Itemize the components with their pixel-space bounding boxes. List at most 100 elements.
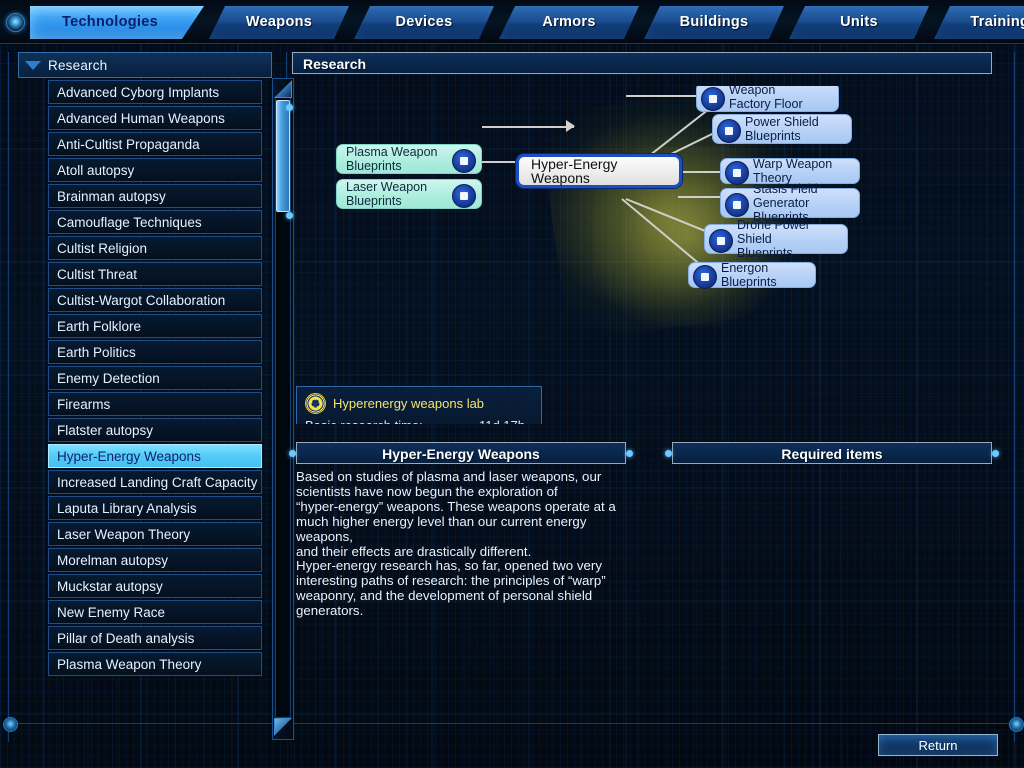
- tree-node-unlock-5[interactable]: Drone Power ShieldBlueprints: [704, 224, 848, 254]
- decor-dot-bottom-left: [3, 717, 18, 732]
- sidebar-scroll-thumb[interactable]: [276, 100, 290, 212]
- tree-node-unlock-1[interactable]: Hyper-Energy WeaponFactory Floor Plan: [696, 86, 839, 112]
- tab-technologies[interactable]: Technologies: [30, 6, 204, 39]
- decor-dot-bottom-right: [1009, 717, 1024, 732]
- sidebar-item[interactable]: Plasma Weapon Theory: [48, 652, 262, 676]
- sidebar-item[interactable]: Enemy Detection: [48, 366, 262, 390]
- required-items-panel-title-label: Required items: [781, 446, 882, 462]
- tree-node-prereq-1-label: Plasma WeaponBlueprints: [346, 145, 438, 173]
- tab-trainings-label: Trainings: [970, 14, 1024, 30]
- decor-dot-req-left: [665, 450, 672, 457]
- research-info-header: Hyperenergy weapons lab: [305, 393, 533, 414]
- sidebar-item[interactable]: Laputa Library Analysis: [48, 496, 262, 520]
- tab-weapons[interactable]: Weapons: [209, 6, 349, 39]
- tab-units-label: Units: [840, 14, 878, 30]
- tab-armors-label: Armors: [542, 14, 595, 30]
- sidebar-item[interactable]: Anti-Cultist Propaganda: [48, 132, 262, 156]
- node-bullet-icon: [709, 229, 733, 253]
- tab-devices-label: Devices: [396, 14, 453, 30]
- tree-node-prereq-2-label: Laser WeaponBlueprints: [346, 180, 427, 208]
- return-button-label: Return: [918, 738, 957, 753]
- required-items-panel: Required items: [672, 442, 992, 710]
- tree-node-unlock-6-label: Energon Blueprints: [721, 261, 806, 289]
- decor-dot-top-left: [6, 13, 25, 32]
- sidebar-item[interactable]: Increased Landing Craft Capacity: [48, 470, 262, 494]
- frame-right: [1014, 52, 1015, 742]
- main-header: Research: [292, 52, 992, 74]
- tab-units[interactable]: Units: [789, 6, 929, 39]
- sidebar-item[interactable]: Cultist-Wargot Collaboration: [48, 288, 262, 312]
- research-time-label: Basic research time:: [305, 417, 435, 424]
- sidebar-item[interactable]: Camouflage Techniques: [48, 210, 262, 234]
- description-panel: Hyper-Energy Weapons Based on studies of…: [296, 442, 626, 619]
- tab-buildings-label: Buildings: [680, 14, 749, 30]
- tree-node-unlock-3-label: Warp Weapon Theory: [753, 157, 850, 185]
- sidebar-header[interactable]: Research: [18, 52, 272, 78]
- sidebar-item[interactable]: Firearms: [48, 392, 262, 416]
- tab-buildings[interactable]: Buildings: [644, 6, 784, 39]
- sidebar-item[interactable]: Hyper-Energy Weapons: [48, 444, 262, 468]
- sidebar-item[interactable]: Advanced Human Weapons: [48, 106, 262, 130]
- arrow-prereq-1-icon: [566, 120, 575, 132]
- tree-node-prereq-2[interactable]: Laser WeaponBlueprints: [336, 179, 482, 209]
- sidebar-item[interactable]: Brainman autopsy: [48, 184, 262, 208]
- sidebar-item[interactable]: Cultist Threat: [48, 262, 262, 286]
- tab-trainings[interactable]: Trainings: [934, 6, 1024, 39]
- sidebar-item-list: Advanced Cyborg ImplantsAdvanced Human W…: [18, 78, 270, 738]
- tech-tree-canvas: Plasma WeaponBlueprints Laser WeaponBlue…: [292, 86, 1004, 424]
- tree-node-unlock-2-label: Power ShieldBlueprints: [745, 115, 819, 143]
- tree-node-unlock-4[interactable]: Stasis Field GeneratorBlueprints: [720, 188, 860, 218]
- sidebar-item[interactable]: Atoll autopsy: [48, 158, 262, 182]
- tab-technologies-label: Technologies: [62, 14, 158, 30]
- tab-armors[interactable]: Armors: [499, 6, 639, 39]
- required-items-panel-title: Required items: [672, 442, 992, 464]
- node-bullet-icon: [452, 184, 476, 208]
- connector-unlock-1b: [626, 95, 698, 97]
- main-panel: Research Plasma WeaponBlueprints Laser W…: [292, 52, 1004, 742]
- tree-node-selected-label: Hyper-Energy Weapons: [531, 157, 667, 185]
- sidebar-item[interactable]: Muckstar autopsy: [48, 574, 262, 598]
- star-badge-icon: [305, 393, 326, 414]
- tab-devices[interactable]: Devices: [354, 6, 494, 39]
- sidebar-header-label: Research: [48, 58, 107, 73]
- decor-dot-desc-left: [289, 450, 296, 457]
- tab-bar-underline: [0, 43, 1024, 44]
- sidebar-item[interactable]: Advanced Cyborg Implants: [48, 80, 262, 104]
- node-bullet-icon: [701, 87, 725, 111]
- tree-node-unlock-5-label: Drone Power ShieldBlueprints: [737, 218, 838, 260]
- tab-list: Technologies Weapons Devices Armors Buil…: [30, 6, 1024, 39]
- sidebar-item[interactable]: Laser Weapon Theory: [48, 522, 262, 546]
- tree-node-prereq-1[interactable]: Plasma WeaponBlueprints: [336, 144, 482, 174]
- node-bullet-icon cream: [693, 265, 717, 289]
- tab-weapons-label: Weapons: [246, 14, 312, 30]
- sidebar: Research Advanced Cyborg ImplantsAdvance…: [18, 52, 280, 742]
- decor-dot-desc-right: [626, 450, 633, 457]
- decor-dot-req-right: [992, 450, 999, 457]
- sidebar-item[interactable]: New Enemy Race: [48, 600, 262, 624]
- research-time-value: 11d 17h: [435, 417, 533, 424]
- tree-node-unlock-6[interactable]: Energon Blueprints: [688, 262, 816, 288]
- sidebar-item[interactable]: Flatster autopsy: [48, 418, 262, 442]
- frame-left: [8, 52, 9, 742]
- main-header-label: Research: [303, 56, 366, 72]
- sidebar-item[interactable]: Earth Politics: [48, 340, 262, 364]
- research-time-row: Basic research time: 11d 17h: [305, 417, 533, 424]
- sidebar-item[interactable]: Earth Folklore: [48, 314, 262, 338]
- chevron-down-icon: [25, 61, 41, 70]
- tab-bar: Technologies Weapons Devices Armors Buil…: [0, 0, 1024, 44]
- node-bullet-icon: [717, 119, 741, 143]
- sidebar-item[interactable]: Morelman autopsy: [48, 548, 262, 572]
- tree-node-unlock-2[interactable]: Power ShieldBlueprints: [712, 114, 852, 144]
- tree-node-selected[interactable]: Hyper-Energy Weapons: [516, 154, 682, 188]
- node-bullet-icon cream: [725, 161, 749, 185]
- description-panel-title-label: Hyper-Energy Weapons: [382, 446, 540, 462]
- tree-node-unlock-3[interactable]: Warp Weapon Theory: [720, 158, 860, 184]
- connector-prereq-1: [482, 126, 574, 128]
- research-lab-name: Hyperenergy weapons lab: [333, 396, 484, 411]
- sidebar-item[interactable]: Pillar of Death analysis: [48, 626, 262, 650]
- node-bullet-icon: [452, 149, 476, 173]
- required-items-panel-body: [672, 470, 992, 710]
- description-panel-body: Based on studies of plasma and laser wea…: [296, 470, 626, 619]
- return-button[interactable]: Return: [878, 734, 998, 756]
- sidebar-item[interactable]: Cultist Religion: [48, 236, 262, 260]
